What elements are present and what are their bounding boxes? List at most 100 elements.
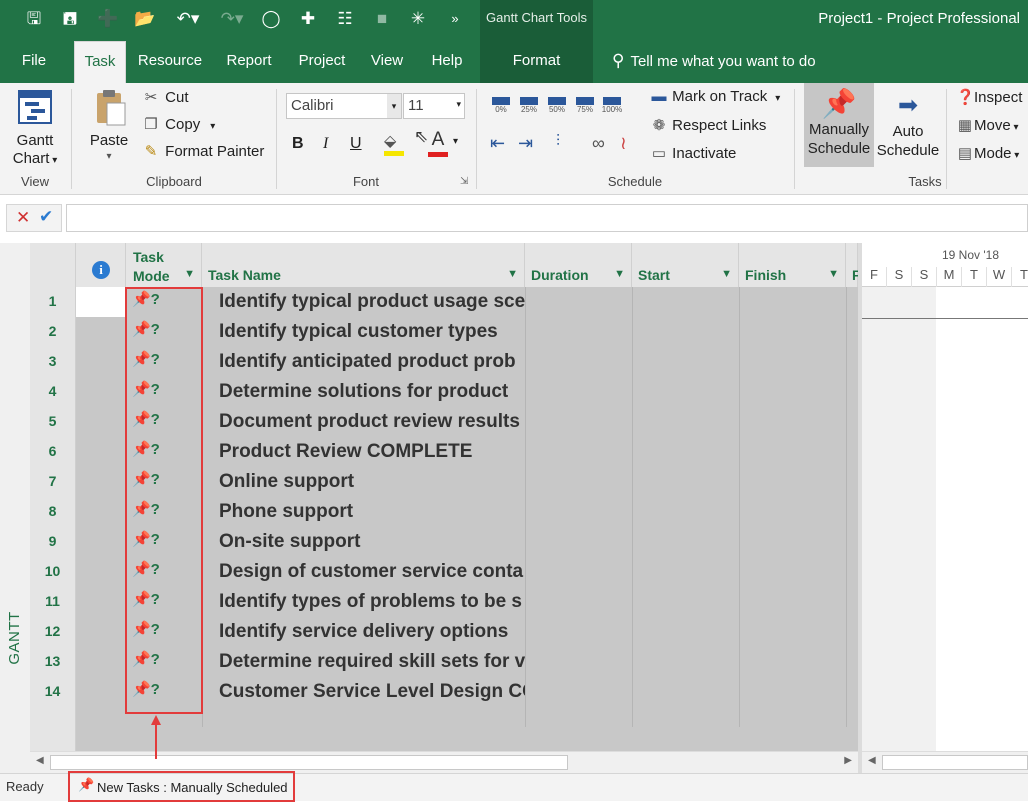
col-duration-header[interactable]: Duration ▼ xyxy=(525,243,632,287)
new-icon[interactable]: ➕ xyxy=(96,8,120,30)
pct-50-button[interactable]: 50% xyxy=(546,97,568,117)
row-number[interactable]: 3 xyxy=(30,347,76,377)
format-painter-button[interactable]: ✎ Format Painter xyxy=(141,142,265,160)
outdent-icon[interactable]: ⇤ xyxy=(490,133,505,154)
row-number[interactable]: 12 xyxy=(30,617,76,647)
pct-100-button[interactable]: 100% xyxy=(600,97,624,117)
task-name-cell[interactable]: Design of customer service conta xyxy=(219,557,525,587)
unlink-icon[interactable]: ■ xyxy=(370,8,394,30)
task-name-cell[interactable]: Identify typical product usage sce xyxy=(219,287,525,317)
row-header-corner[interactable] xyxy=(30,243,76,287)
task-name-cell[interactable]: Document product review results xyxy=(219,407,525,437)
scroll-thumb[interactable] xyxy=(882,755,1028,770)
pct-25-button[interactable]: 25% xyxy=(518,97,540,117)
tab-format[interactable]: Format xyxy=(480,38,593,83)
scroll-left-icon[interactable]: ◀ xyxy=(36,755,44,766)
row-number[interactable]: 4 xyxy=(30,377,76,407)
split-task-icon[interactable]: ⫶ xyxy=(556,133,560,151)
new-tasks-mode-button[interactable]: 📌 New Tasks : Manually Scheduled xyxy=(68,771,295,802)
filter-arrow-icon[interactable]: ▼ xyxy=(614,268,625,280)
task-name-cell[interactable]: On-site support xyxy=(219,527,525,557)
tab-project[interactable]: Project xyxy=(292,38,352,83)
row-number[interactable]: 6 xyxy=(30,437,76,467)
filter-arrow-icon[interactable]: ▼ xyxy=(507,268,518,280)
scroll-left-icon[interactable]: ◀ xyxy=(868,755,876,766)
add-task-icon[interactable]: ✚ xyxy=(296,8,320,30)
task-name-cell[interactable]: Customer Service Level Design CC xyxy=(219,677,525,707)
mark-on-track-button[interactable]: ▬ Mark on Track ▾ xyxy=(650,88,781,105)
paste-button[interactable]: Paste ▾ xyxy=(88,87,130,162)
task-name-cell[interactable]: Identify types of problems to be s xyxy=(219,587,525,617)
tab-file[interactable]: File xyxy=(10,38,58,83)
col-extra-header[interactable]: F xyxy=(846,243,861,287)
cut-button[interactable]: ✂ Cut xyxy=(141,88,189,106)
filter-arrow-icon[interactable]: ▼ xyxy=(184,268,195,280)
tell-me-box[interactable]: ⚲ Tell me what you want to do xyxy=(612,38,816,83)
font-color-button[interactable]: A xyxy=(428,129,448,157)
task-name-cell[interactable]: Identify anticipated product prob xyxy=(219,347,525,377)
tab-report[interactable]: Report xyxy=(220,38,278,83)
save-as-icon[interactable]: 🖪 xyxy=(58,8,82,30)
task-name-cell[interactable]: Online support xyxy=(219,467,525,497)
task-name-cell[interactable]: Determine required skill sets for v xyxy=(219,647,525,677)
inactivate-button[interactable]: ▭ Inactivate xyxy=(650,144,736,162)
gantt-chart-button[interactable]: Gantt Chart ▾ xyxy=(10,87,60,171)
gantt-horizontal-scrollbar[interactable]: ◀ xyxy=(862,751,1028,773)
row-number[interactable]: 13 xyxy=(30,647,76,677)
undo-icon[interactable]: ↶▾ xyxy=(170,8,206,30)
link-icon[interactable]: ☷ xyxy=(333,8,357,30)
more-icon[interactable]: » xyxy=(443,8,467,30)
task-name-cell[interactable]: Identify typical customer types xyxy=(219,317,525,347)
col-indicators-header[interactable]: i xyxy=(76,243,126,287)
underline-button[interactable]: U xyxy=(350,135,362,153)
indent-icon[interactable]: ⇥ xyxy=(518,133,533,154)
move-button[interactable]: ▦ Move ▾ xyxy=(956,116,1019,134)
dialog-launcher-icon[interactable]: ⇲ xyxy=(460,176,468,187)
move-icon[interactable]: ✳ xyxy=(406,8,430,30)
row-number[interactable] xyxy=(30,707,76,737)
manually-schedule-button[interactable]: 📌 Manually Schedule xyxy=(804,83,874,167)
row-number[interactable]: 14 xyxy=(30,677,76,707)
row-number[interactable]: 11 xyxy=(30,587,76,617)
respect-links-button[interactable]: ❁ Respect Links xyxy=(650,116,767,134)
col-finish-header[interactable]: Finish ▼ xyxy=(739,243,846,287)
open-icon[interactable]: 📂 xyxy=(133,8,157,30)
save-icon[interactable]: 🖫 xyxy=(22,8,46,30)
scroll-right-icon[interactable]: ▶ xyxy=(844,755,852,766)
inspect-button[interactable]: ❓Inspect xyxy=(956,88,1022,106)
link-tasks-icon[interactable]: ∞ xyxy=(592,133,605,154)
row-number[interactable]: 5 xyxy=(30,407,76,437)
row-number[interactable]: 1 xyxy=(30,287,76,317)
pct-0-button[interactable]: 0% xyxy=(490,97,512,117)
pct-75-button[interactable]: 75% xyxy=(574,97,596,117)
auto-schedule-button[interactable]: ➡ Auto Schedule xyxy=(876,83,940,167)
row-number[interactable]: 7 xyxy=(30,467,76,497)
italic-button[interactable]: I xyxy=(323,135,328,153)
highlight-color-button[interactable]: ⬙ xyxy=(384,131,406,157)
unlink-tasks-icon[interactable]: ≀ xyxy=(620,133,627,154)
enter-icon[interactable]: ✔ xyxy=(39,207,53,227)
task-name-cell[interactable]: Identify service delivery options xyxy=(219,617,525,647)
row-number[interactable]: 8 xyxy=(30,497,76,527)
tab-view[interactable]: View xyxy=(364,38,410,83)
row-number[interactable]: 10 xyxy=(30,557,76,587)
tab-help[interactable]: Help xyxy=(422,38,472,83)
task-name-cell[interactable]: Phone support xyxy=(219,497,525,527)
scroll-thumb[interactable] xyxy=(50,755,568,770)
redo-icon[interactable]: ↷▾ xyxy=(214,8,250,30)
row-number[interactable]: 2 xyxy=(30,317,76,347)
cancel-icon[interactable]: ✕ xyxy=(16,208,30,228)
tab-resource[interactable]: Resource xyxy=(134,38,206,83)
col-task-mode-header[interactable]: Task Mode ▼ xyxy=(126,243,202,287)
font-size-select[interactable]: 11 ▾ xyxy=(403,93,465,119)
task-name-cell[interactable]: Determine solutions for product xyxy=(219,377,525,407)
chevron-down-icon[interactable]: ▾ xyxy=(453,136,458,147)
mode-button[interactable]: ▤ Mode ▾ xyxy=(956,144,1019,162)
col-start-header[interactable]: Start ▼ xyxy=(632,243,739,287)
entry-input[interactable] xyxy=(66,204,1028,232)
bold-button[interactable]: B xyxy=(292,135,304,153)
row-number[interactable]: 9 xyxy=(30,527,76,557)
copy-button[interactable]: ❐ Copy ▾ xyxy=(141,115,215,133)
filter-arrow-icon[interactable]: ▼ xyxy=(828,268,839,280)
task-name-cell[interactable]: Product Review COMPLETE xyxy=(219,437,525,467)
